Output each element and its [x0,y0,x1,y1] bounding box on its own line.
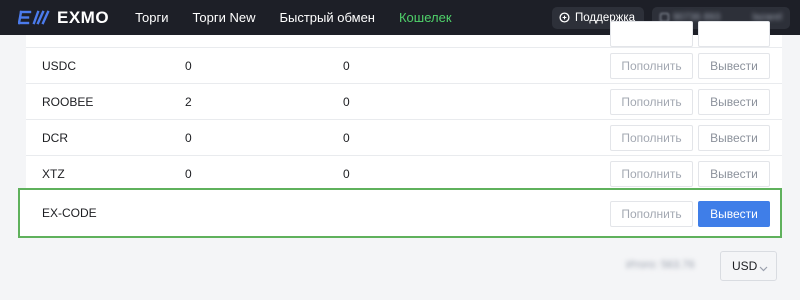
table-row: DCR 0 0 Пополнить Вывести [26,120,782,156]
reserved-value: 0 [343,94,350,109]
nav-link-trading-new[interactable]: Торги New [192,10,255,25]
withdraw-button[interactable]: Вывести [698,201,770,227]
table-row: ROOBEE 2 0 Пополнить Вывести [26,84,782,120]
nav-link-quick-exchange[interactable]: Быстрый обмен [279,10,375,25]
chevron-down-icon [759,262,768,276]
deposit-button[interactable]: Пополнить [610,161,693,187]
deposit-button[interactable]: Пополнить [610,53,693,79]
exmo-logo-icon [18,10,52,25]
table-row: USDC 0 0 Пополнить Вывести [26,48,782,84]
balance-value: 0 [185,58,192,73]
currency-name: XTZ [42,166,65,181]
logo-text: EXMO [57,7,110,27]
currency-select-value: USD [732,259,758,273]
balance-value: 0 [185,130,192,145]
reserved-value: 0 [343,130,350,145]
chat-icon [559,12,570,23]
main-nav: Торги Торги New Быстрый обмен Кошелек [135,10,475,25]
deposit-button[interactable] [610,21,693,47]
deposit-button[interactable]: Пополнить [610,201,693,227]
nav-link-trading[interactable]: Торги [135,10,168,25]
reserved-value: 0 [343,58,350,73]
currency-name: EX-CODE [42,206,97,220]
reserved-value: 0 [343,166,350,181]
deposit-button[interactable]: Пополнить [610,89,693,115]
currency-select[interactable]: USD [720,251,777,281]
withdraw-button[interactable]: Вывести [698,161,770,187]
table-row: XTZ 0 0 Пополнить Вывести [26,156,782,192]
withdraw-button[interactable]: Вывести [698,53,770,79]
withdraw-button[interactable] [698,21,770,47]
table-row-highlighted: EX-CODE Пополнить Вывести [18,188,782,238]
balance-value: 2 [185,94,192,109]
logo[interactable]: EXMO [18,8,109,28]
currency-name: ROOBEE [42,94,94,109]
withdraw-button[interactable]: Вывести [698,125,770,151]
balance-value: 0 [185,166,192,181]
table-row [26,21,782,48]
nav-link-wallet[interactable]: Кошелек [399,10,452,25]
currency-name: USDC [42,58,77,73]
wallet-table: USDC 0 0 Пополнить Вывести ROOBEE 2 0 По… [26,21,782,192]
withdraw-button[interactable]: Вывести [698,89,770,115]
deposit-button[interactable]: Пополнить [610,125,693,151]
total-balance: Итого: 563.76 [626,259,695,271]
currency-name: DCR [42,130,68,145]
